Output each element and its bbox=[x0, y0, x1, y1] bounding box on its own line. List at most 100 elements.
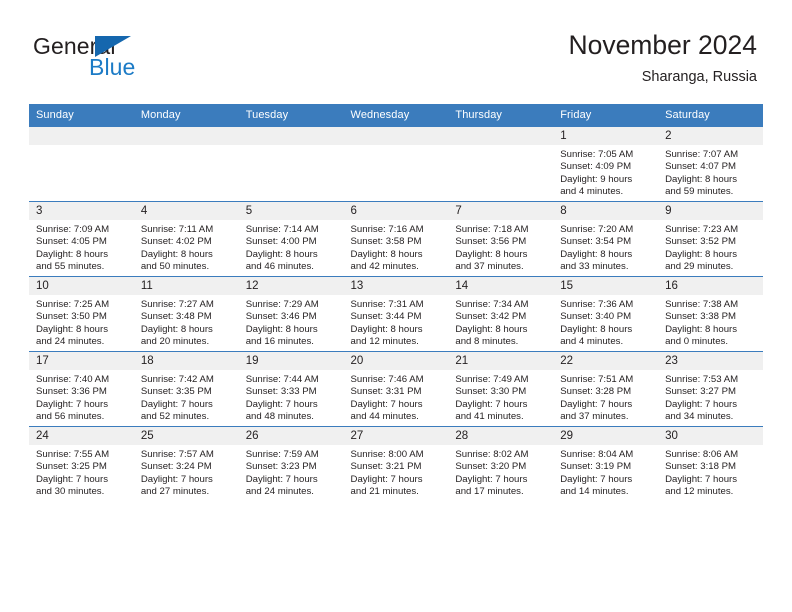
calendar-day-cell[interactable]: 6 Sunrise: 7:16 AM Sunset: 3:58 PM Daylight… bbox=[343, 201, 449, 277]
daylight-text-line1: Daylight: 8 hours bbox=[245, 248, 318, 260]
day-details: Sunrise: 8:02 AM Sunset: 3:20 PM Daylight:… bbox=[448, 445, 553, 498]
day-cell-inner: 29 Sunrise: 8:04 AM Sunset: 3:19 PM Dayligh… bbox=[553, 427, 659, 501]
daylight-text-line2: and 27 minutes. bbox=[140, 485, 210, 497]
day-cell-inner bbox=[343, 127, 449, 201]
calendar-week-row: 10 Sunrise: 7:25 AM Sunset: 3:50 PM Dayligh… bbox=[29, 276, 763, 352]
day-number: 27 bbox=[343, 427, 449, 445]
sunset-text: Sunset: 3:25 PM bbox=[36, 461, 107, 473]
sunset-text: Sunset: 3:33 PM bbox=[245, 386, 317, 398]
daylight-text-line2: and 44 minutes. bbox=[350, 410, 419, 422]
calendar-day-cell[interactable]: 11 Sunrise: 7:27 AM Sunset: 3:48 PM Dayligh… bbox=[133, 276, 239, 352]
day-cell-inner: 20 Sunrise: 7:46 AM Sunset: 3:31 PM Dayligh… bbox=[343, 352, 449, 426]
day-number: 4 bbox=[133, 202, 239, 220]
day-details: Sunrise: 7:07 AM Sunset: 4:07 PM Daylight:… bbox=[658, 145, 763, 198]
day-details: Sunrise: 7:53 AM Sunset: 3:27 PM Daylight:… bbox=[658, 370, 763, 423]
calendar-day-cell[interactable]: 20 Sunrise: 7:46 AM Sunset: 3:31 PM Dayligh… bbox=[343, 351, 449, 427]
calendar-day-cell[interactable]: 12 Sunrise: 7:29 AM Sunset: 3:46 PM Dayligh… bbox=[238, 276, 344, 352]
day-details: Sunrise: 7:31 AM Sunset: 3:44 PM Daylight:… bbox=[344, 295, 449, 348]
calendar-day-cell[interactable]: 21 Sunrise: 7:49 AM Sunset: 3:30 PM Dayligh… bbox=[448, 351, 554, 427]
daylight-text-line2: and 55 minutes. bbox=[36, 260, 105, 272]
calendar-day-cell[interactable]: 1 Sunrise: 7:05 AM Sunset: 4:09 PM Daylight… bbox=[553, 126, 659, 202]
calendar-day-cell[interactable]: 16 Sunrise: 7:38 AM Sunset: 3:38 PM Dayligh… bbox=[658, 276, 763, 352]
day-details: Sunrise: 7:25 AM Sunset: 3:50 PM Daylight:… bbox=[29, 295, 134, 348]
daylight-text-line1: Daylight: 7 hours bbox=[350, 398, 423, 410]
calendar-day-cell[interactable]: 29 Sunrise: 8:04 AM Sunset: 3:19 PM Dayligh… bbox=[553, 426, 659, 501]
sunrise-text: Sunrise: 7:57 AM bbox=[140, 449, 214, 460]
calendar-day-cell[interactable]: 19 Sunrise: 7:44 AM Sunset: 3:33 PM Dayligh… bbox=[238, 351, 344, 427]
calendar-day-cell[interactable]: 23 Sunrise: 7:53 AM Sunset: 3:27 PM Dayligh… bbox=[658, 351, 763, 427]
calendar-day-cell[interactable]: 18 Sunrise: 7:42 AM Sunset: 3:35 PM Dayligh… bbox=[133, 351, 239, 427]
sunrise-text: Sunrise: 7:36 AM bbox=[560, 299, 634, 310]
calendar-day-cell[interactable]: 3 Sunrise: 7:09 AM Sunset: 4:05 PM Daylight… bbox=[29, 201, 134, 277]
daylight-text-line2: and 37 minutes. bbox=[455, 260, 524, 272]
weekday-header-saturday: Saturday bbox=[658, 104, 763, 127]
calendar-day-cell[interactable]: 10 Sunrise: 7:25 AM Sunset: 3:50 PM Dayligh… bbox=[29, 276, 134, 352]
calendar-day-cell[interactable]: 26 Sunrise: 7:59 AM Sunset: 3:23 PM Dayligh… bbox=[238, 426, 344, 501]
day-cell-inner: 15 Sunrise: 7:36 AM Sunset: 3:40 PM Dayligh… bbox=[553, 277, 659, 351]
day-cell-inner: 1 Sunrise: 7:05 AM Sunset: 4:09 PM Daylight… bbox=[553, 127, 659, 201]
calendar-day-cell[interactable]: 14 Sunrise: 7:34 AM Sunset: 3:42 PM Dayligh… bbox=[448, 276, 554, 352]
daylight-text-line2: and 56 minutes. bbox=[36, 410, 105, 422]
calendar-week-row: 3 Sunrise: 7:09 AM Sunset: 4:05 PM Daylight… bbox=[29, 201, 763, 277]
day-details: Sunrise: 7:23 AM Sunset: 3:52 PM Daylight:… bbox=[658, 220, 763, 273]
sunrise-text: Sunrise: 7:27 AM bbox=[140, 299, 214, 310]
general-blue-logo[interactable]: General Blue bbox=[33, 33, 253, 85]
calendar-day-cell[interactable]: 15 Sunrise: 7:36 AM Sunset: 3:40 PM Dayligh… bbox=[553, 276, 659, 352]
calendar-day-cell[interactable]: 8 Sunrise: 7:20 AM Sunset: 3:54 PM Daylight… bbox=[553, 201, 659, 277]
calendar-day-cell[interactable]: 2 Sunrise: 7:07 AM Sunset: 4:07 PM Daylight… bbox=[658, 126, 763, 202]
title-block: November 2024 Sharanga, Russia bbox=[568, 28, 757, 88]
day-number: 6 bbox=[343, 202, 449, 220]
sunset-text: Sunset: 4:02 PM bbox=[140, 236, 212, 248]
day-number bbox=[343, 127, 449, 145]
daylight-text-line2: and 48 minutes. bbox=[245, 410, 314, 422]
day-details: Sunrise: 7:44 AM Sunset: 3:33 PM Daylight:… bbox=[239, 370, 344, 423]
sunset-text: Sunset: 3:20 PM bbox=[455, 461, 527, 473]
day-details: Sunrise: 7:29 AM Sunset: 3:46 PM Daylight:… bbox=[239, 295, 344, 348]
daylight-text-line2: and 59 minutes. bbox=[665, 185, 734, 197]
calendar-day-cell[interactable]: 24 Sunrise: 7:55 AM Sunset: 3:25 PM Dayligh… bbox=[29, 426, 134, 501]
day-number: 16 bbox=[658, 277, 763, 295]
calendar-day-cell[interactable]: 17 Sunrise: 7:40 AM Sunset: 3:36 PM Dayligh… bbox=[29, 351, 134, 427]
day-details: Sunrise: 7:46 AM Sunset: 3:31 PM Daylight:… bbox=[344, 370, 449, 423]
day-number: 23 bbox=[658, 352, 763, 370]
page-header: General Blue November 2024 Sharanga, Rus… bbox=[0, 0, 792, 100]
sunrise-text: Sunrise: 7:14 AM bbox=[245, 224, 319, 235]
sunset-text: Sunset: 4:09 PM bbox=[560, 161, 632, 173]
day-details: Sunrise: 7:51 AM Sunset: 3:28 PM Daylight:… bbox=[553, 370, 658, 423]
calendar-day-cell[interactable]: 28 Sunrise: 8:02 AM Sunset: 3:20 PM Dayligh… bbox=[448, 426, 554, 501]
calendar-day-cell[interactable]: 5 Sunrise: 7:14 AM Sunset: 4:00 PM Daylight… bbox=[238, 201, 344, 277]
calendar-table: Sunday Monday Tuesday Wednesday Thursday Frid… bbox=[29, 104, 763, 501]
sunrise-text: Sunrise: 7:44 AM bbox=[245, 374, 319, 385]
sunrise-text: Sunrise: 8:02 AM bbox=[455, 449, 529, 460]
calendar-day-cell[interactable]: 27 Sunrise: 8:00 AM Sunset: 3:21 PM Dayligh… bbox=[343, 426, 449, 501]
weekday-header-row: Sunday Monday Tuesday Wednesday Thursday Frid… bbox=[29, 104, 763, 127]
daylight-text-line1: Daylight: 7 hours bbox=[245, 473, 318, 485]
calendar-day-cell[interactable]: 13 Sunrise: 7:31 AM Sunset: 3:44 PM Dayligh… bbox=[343, 276, 449, 352]
sunrise-text: Sunrise: 7:11 AM bbox=[140, 224, 214, 235]
weekday-header-monday: Monday bbox=[133, 104, 239, 127]
calendar-day-cell[interactable]: 9 Sunrise: 7:23 AM Sunset: 3:52 PM Daylight… bbox=[658, 201, 763, 277]
day-details: Sunrise: 8:06 AM Sunset: 3:18 PM Daylight:… bbox=[658, 445, 763, 498]
sunrise-text: Sunrise: 7:31 AM bbox=[350, 299, 424, 310]
daylight-text-line2: and 24 minutes. bbox=[245, 485, 314, 497]
sunset-text: Sunset: 3:21 PM bbox=[350, 461, 422, 473]
sunrise-text: Sunrise: 7:59 AM bbox=[245, 449, 319, 460]
day-details: Sunrise: 7:20 AM Sunset: 3:54 PM Daylight:… bbox=[553, 220, 658, 273]
day-details: Sunrise: 7:16 AM Sunset: 3:58 PM Daylight:… bbox=[344, 220, 449, 273]
calendar-day-cell[interactable]: 22 Sunrise: 7:51 AM Sunset: 3:28 PM Dayligh… bbox=[553, 351, 659, 427]
day-number: 14 bbox=[448, 277, 554, 295]
day-cell-inner: 26 Sunrise: 7:59 AM Sunset: 3:23 PM Dayligh… bbox=[238, 427, 344, 501]
daylight-text-line1: Daylight: 8 hours bbox=[560, 248, 633, 260]
calendar-day-cell[interactable]: 30 Sunrise: 8:06 AM Sunset: 3:18 PM Dayligh… bbox=[658, 426, 763, 501]
day-cell-inner: 8 Sunrise: 7:20 AM Sunset: 3:54 PM Daylight… bbox=[553, 202, 659, 276]
sunrise-text: Sunrise: 7:07 AM bbox=[665, 149, 739, 160]
sunrise-text: Sunrise: 7:34 AM bbox=[455, 299, 529, 310]
sunset-text: Sunset: 3:18 PM bbox=[665, 461, 736, 473]
calendar-day-cell[interactable]: 25 Sunrise: 7:57 AM Sunset: 3:24 PM Dayligh… bbox=[133, 426, 239, 501]
calendar-day-cell[interactable]: 4 Sunrise: 7:11 AM Sunset: 4:02 PM Daylight… bbox=[133, 201, 239, 277]
day-cell-inner: 23 Sunrise: 7:53 AM Sunset: 3:27 PM Dayligh… bbox=[658, 352, 763, 426]
calendar-week-row: 17 Sunrise: 7:40 AM Sunset: 3:36 PM Dayligh… bbox=[29, 351, 763, 427]
day-details: Sunrise: 7:49 AM Sunset: 3:30 PM Daylight:… bbox=[448, 370, 553, 423]
calendar-day-cell[interactable]: 7 Sunrise: 7:18 AM Sunset: 3:56 PM Daylight… bbox=[448, 201, 554, 277]
day-cell-inner: 13 Sunrise: 7:31 AM Sunset: 3:44 PM Dayligh… bbox=[343, 277, 449, 351]
